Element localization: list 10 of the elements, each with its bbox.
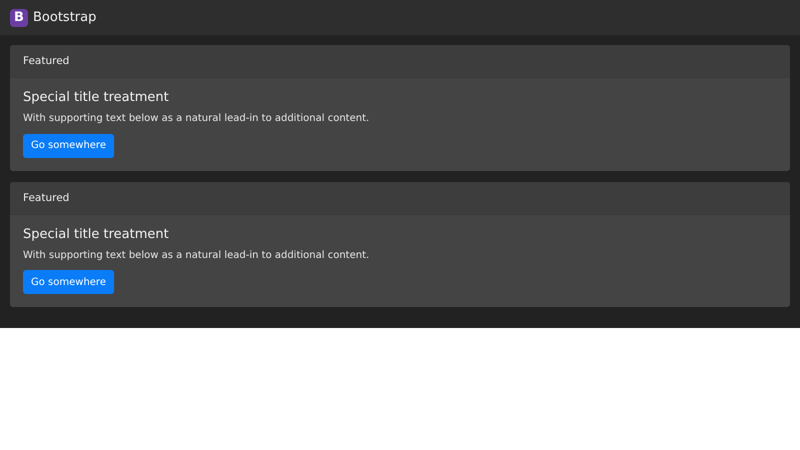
logo-icon[interactable]: B [10, 8, 28, 26]
card-title: Special title treatment [23, 226, 170, 242]
card-title: Special title treatment [23, 90, 170, 105]
card-text: With supporting text below as a natural lead-in to additional content. [23, 113, 370, 124]
card-header-text: Featured [23, 192, 70, 204]
card-text: With supporting text below as a natural lead-in to additional content. [23, 250, 370, 260]
brand-name[interactable]: Bootstrap [33, 10, 96, 25]
card-header-text: Featured [23, 55, 70, 67]
go-button[interactable]: Go somewhere [23, 270, 114, 294]
go-button[interactable]: Go somewhere [23, 134, 114, 158]
